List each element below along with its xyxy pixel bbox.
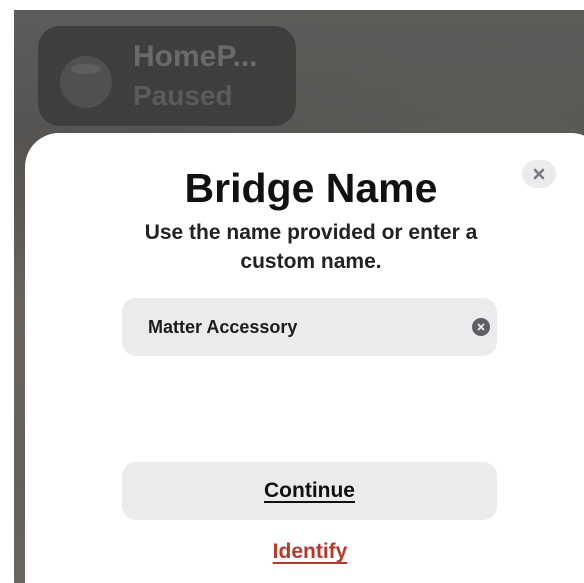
homepod-icon — [60, 56, 112, 108]
bridge-name-field[interactable] — [122, 298, 497, 356]
continue-button-label: Continue — [264, 479, 355, 502]
clear-text-button[interactable] — [472, 318, 490, 336]
close-button[interactable] — [522, 160, 556, 188]
continue-button[interactable]: Continue — [122, 462, 497, 520]
clear-circle-icon — [477, 323, 485, 331]
sheet-subtitle: Use the name provided or enter a custom … — [144, 221, 478, 273]
homepod-tile-title: HomeP... — [133, 40, 258, 73]
homepod-tile: HomeP... Paused — [38, 26, 296, 126]
close-icon — [533, 168, 545, 180]
identify-link[interactable]: Identify — [200, 540, 420, 564]
bridge-name-input[interactable] — [148, 298, 448, 356]
screen: HomeP... Paused Bridge Name Use the name… — [0, 0, 584, 583]
sheet-title: Bridge Name — [184, 165, 438, 211]
homepod-tile-status: Paused — [133, 80, 233, 111]
